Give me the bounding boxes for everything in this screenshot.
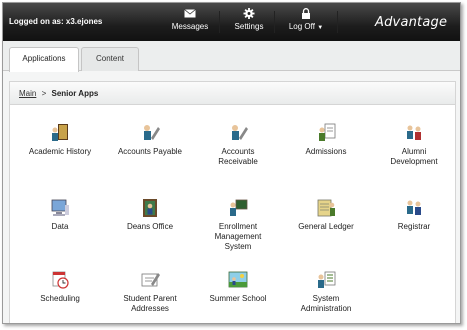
divider (337, 11, 338, 33)
advantage-logo: Advantage (375, 15, 448, 30)
breadcrumb-main-link[interactable]: Main (19, 89, 36, 98)
ledger-icon (317, 199, 335, 217)
app-label: Student Parent Addresses (123, 294, 177, 313)
envelope-icon (184, 9, 196, 18)
person-pen-icon (232, 125, 248, 140)
computer-icon (51, 199, 69, 216)
breadcrumb-separator: > (41, 89, 47, 98)
settings-label: Settings (234, 22, 264, 31)
app-label: Admissions (305, 147, 347, 156)
school-scene-icon (228, 271, 248, 288)
app-alumni-development[interactable]: Alumni Development (378, 122, 450, 167)
app-window: Logged on as: x3.ejones Messages Setting… (2, 2, 461, 324)
app-general-ledger[interactable]: General Ledger (290, 197, 362, 232)
app-academic-history[interactable]: Academic History (24, 122, 96, 157)
app-label: Academic History (28, 147, 92, 156)
messages-label: Messages (171, 22, 209, 31)
admin-person-icon (318, 271, 336, 288)
tab-bar: Applications Content (3, 41, 460, 72)
app-label: General Ledger (298, 222, 354, 231)
app-admissions[interactable]: Admissions (290, 122, 362, 157)
app-data[interactable]: Data (24, 197, 96, 232)
app-student-parent-addresses[interactable]: Student Parent Addresses (114, 269, 186, 314)
app-label: Enrollment Management System (214, 222, 262, 251)
settings-button[interactable]: Settings (224, 8, 274, 36)
messages-button[interactable]: Messages (165, 8, 215, 36)
gear-icon (243, 8, 255, 19)
app-enrollment-management-system[interactable]: Enrollment Management System (202, 197, 274, 252)
app-accounts-payable[interactable]: Accounts Payable (114, 122, 186, 157)
divider (219, 11, 220, 33)
app-registrar[interactable]: Registrar (378, 197, 450, 232)
clock-calendar-icon (52, 271, 69, 289)
app-system-administration[interactable]: System Administration (290, 269, 362, 314)
lock-icon (302, 8, 310, 19)
app-label: Data (51, 222, 69, 231)
app-label: Registrar (397, 222, 431, 231)
app-label: Deans Office (126, 222, 174, 231)
app-deans-office[interactable]: Deans Office (114, 197, 186, 232)
tab-applications[interactable]: Applications (9, 47, 79, 72)
breadcrumb-current: Senior Apps (51, 89, 99, 98)
log-off-label: Log Off (288, 22, 315, 31)
person-document-icon (319, 123, 336, 141)
app-accounts-receivable[interactable]: Accounts Receivable (202, 122, 274, 167)
breadcrumb: Main > Senior Apps (10, 82, 455, 105)
apps-panel: Main > Senior Apps Academic History Acco… (9, 81, 456, 323)
chevron-down-icon: ▼ (317, 25, 324, 31)
logon-prefix: Logged on as: (9, 17, 64, 26)
app-label: Accounts Receivable (218, 147, 258, 166)
app-label: Accounts Payable (117, 147, 183, 156)
people-icon (407, 125, 421, 140)
app-label: Scheduling (40, 294, 80, 303)
app-scheduling[interactable]: Scheduling (24, 269, 96, 304)
tab-content[interactable]: Content (81, 47, 139, 71)
people-icon (407, 200, 421, 215)
app-label: Alumni Development (390, 147, 438, 166)
office-door-icon (143, 199, 157, 217)
book-person-icon (52, 124, 68, 141)
logon-status: Logged on as: x3.ejones (9, 17, 102, 26)
app-label: System Administration (300, 294, 352, 313)
log-off-button[interactable]: Log Off ▼ (277, 8, 335, 36)
divider (274, 11, 275, 33)
app-label: Summer School (209, 294, 267, 303)
board-person-icon (230, 199, 248, 216)
person-pen-icon (144, 125, 160, 140)
username: x3.ejones (65, 17, 103, 26)
top-bar: Logged on as: x3.ejones Messages Setting… (3, 3, 460, 41)
address-card-icon (141, 273, 160, 287)
app-summer-school[interactable]: Summer School (202, 269, 274, 304)
